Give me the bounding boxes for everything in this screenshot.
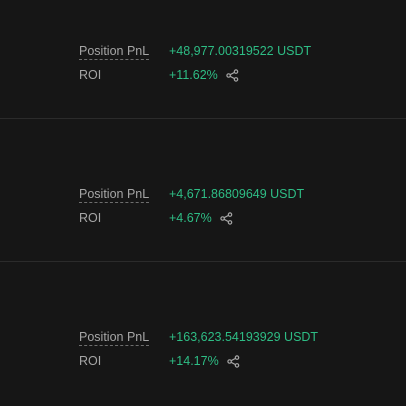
roi-value: +14.17%: [169, 354, 219, 368]
roi-value-group: +11.62%: [169, 68, 239, 82]
position-pnl-row: Position PnL +163,623.54193929 USDT: [79, 328, 318, 346]
position-pnl-value: +163,623.54193929 USDT: [169, 330, 319, 344]
position-pnl-label[interactable]: Position PnL: [79, 187, 169, 203]
roi-label: ROI: [79, 354, 102, 368]
roi-label: ROI: [79, 211, 102, 225]
position-pnl-row: Position PnL +48,977.00319522 USDT: [79, 42, 311, 60]
roi-row: ROI +4.67%: [79, 209, 233, 227]
roi-row: ROI +14.17%: [79, 352, 240, 370]
position-pnl-label[interactable]: Position PnL: [79, 330, 169, 346]
position-pnl-value: +4,671.86809649 USDT: [169, 187, 305, 201]
position-pnl-value: +48,977.00319522 USDT: [169, 44, 312, 58]
roi-value: +11.62%: [169, 68, 218, 82]
share-icon[interactable]: [226, 68, 239, 82]
divider: [0, 118, 406, 119]
roi-value-group: +14.17%: [169, 354, 240, 368]
position-pnl-row: Position PnL +4,671.86809649 USDT: [79, 185, 304, 203]
roi-value: +4.67%: [169, 211, 212, 225]
divider: [0, 261, 406, 262]
roi-label: ROI: [79, 68, 102, 82]
roi-row: ROI +11.62%: [79, 66, 239, 84]
share-icon[interactable]: [227, 354, 240, 368]
position-pnl-label[interactable]: Position PnL: [79, 44, 169, 60]
share-icon[interactable]: [220, 211, 233, 225]
roi-value-group: +4.67%: [169, 211, 233, 225]
